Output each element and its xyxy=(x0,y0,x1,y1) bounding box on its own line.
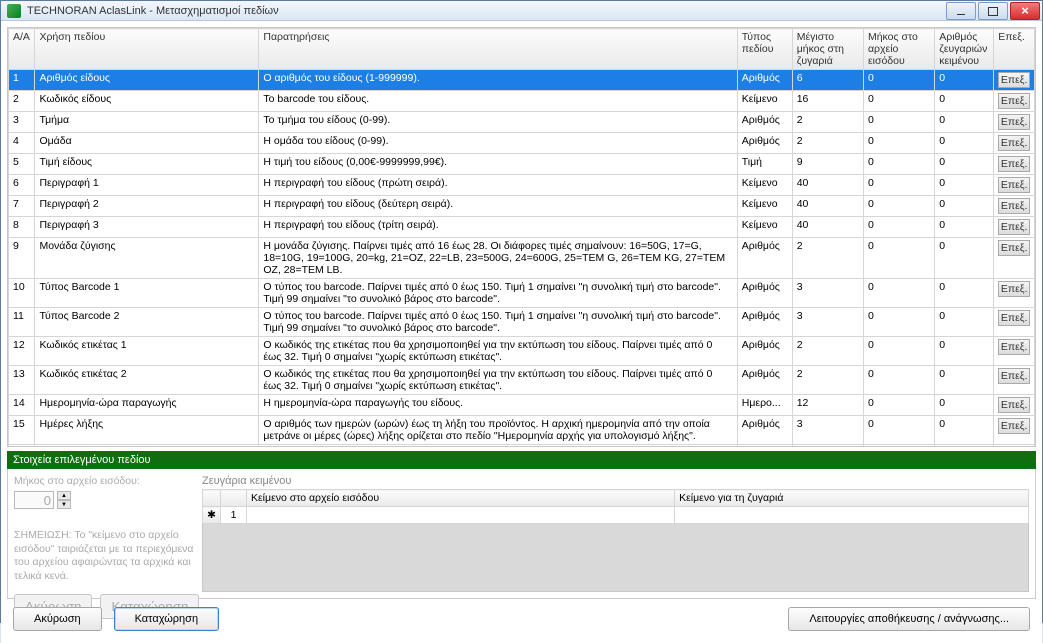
pairs-input-cell[interactable] xyxy=(247,507,675,524)
window-title: TECHNORAN AclasLink - Μετασχηματισμοί πε… xyxy=(27,5,279,17)
edit-row-button[interactable]: Επεξ. xyxy=(998,368,1030,384)
app-window: TECHNORAN AclasLink - Μετασχηματισμοί πε… xyxy=(0,0,1043,623)
table-row[interactable]: 8Περιγραφή 3Η περιγραφή του είδους (τρίτ… xyxy=(9,217,1035,238)
pairs-empty-area xyxy=(202,524,1029,592)
edit-row-button[interactable]: Επεξ. xyxy=(998,397,1030,413)
edit-row-button[interactable]: Επεξ. xyxy=(998,310,1030,326)
pairs-col-input[interactable]: Κείμενο στο αρχείο εισόδου xyxy=(247,490,675,507)
table-row[interactable]: 1Αριθμός είδουςΟ αριθμός του είδους (1-9… xyxy=(9,70,1035,91)
table-row[interactable]: 12Κωδικός ετικέτας 1Ο κωδικός της ετικέτ… xyxy=(9,337,1035,366)
table-row[interactable]: 11Τύπος Barcode 2Ο τύπος του barcode. Πα… xyxy=(9,308,1035,337)
pairs-row-index: 1 xyxy=(221,507,247,524)
fields-table: Α/Α Χρήση πεδίου Παρατηρήσεις Τύπος πεδί… xyxy=(8,28,1035,447)
main-save-button[interactable]: Καταχώρηση xyxy=(114,607,219,631)
edit-row-button[interactable]: Επεξ. xyxy=(998,418,1030,434)
col-use[interactable]: Χρήση πεδίου xyxy=(35,29,259,70)
edit-row-button[interactable]: Επεξ. xyxy=(998,93,1030,109)
table-row[interactable]: 3ΤμήμαΤο τμήμα του είδους (0-99).Αριθμός… xyxy=(9,112,1035,133)
close-button[interactable] xyxy=(1010,2,1040,20)
edit-row-button[interactable]: Επεξ. xyxy=(998,240,1030,256)
table-row[interactable]: 15Ημέρες λήξηςΟ αριθμός των ημερών (ωρών… xyxy=(9,416,1035,445)
input-length-label: Μήκος στο αρχείο εισόδου: xyxy=(14,475,194,487)
main-cancel-button[interactable]: Ακύρωση xyxy=(13,607,102,631)
pairs-new-row[interactable]: ✱ 1 xyxy=(203,507,1029,524)
app-icon xyxy=(7,4,21,18)
selected-field-details: Μήκος στο αρχείο εισόδου: ▲ ▼ ΣΗΜΕΙΩΣΗ: … xyxy=(7,469,1036,599)
table-row[interactable]: 6Περιγραφή 1Η περιγραφή του είδους (πρώτ… xyxy=(9,175,1035,196)
table-row[interactable]: 4ΟμάδαΗ ομάδα του είδους (0-99).Αριθμός2… xyxy=(9,133,1035,154)
edit-row-button[interactable]: Επεξ. xyxy=(998,281,1030,297)
edit-row-button[interactable]: Επεξ. xyxy=(998,114,1030,130)
pairs-scale-cell[interactable] xyxy=(675,507,1029,524)
fields-table-container[interactable]: Α/Α Χρήση πεδίου Παρατηρήσεις Τύπος πεδί… xyxy=(7,27,1036,447)
table-row[interactable]: 16Ημέρες καταλληλότηταςΟ αριθμός των ημε… xyxy=(9,445,1035,448)
edit-row-button[interactable]: Επεξ. xyxy=(998,198,1030,214)
spinner-up-button[interactable]: ▲ xyxy=(57,491,71,500)
edit-row-button[interactable]: Επεξ. xyxy=(998,219,1030,235)
storage-operations-button[interactable]: Λειτουργίες αποθήκευσης / ανάγνωσης... xyxy=(788,607,1030,631)
selected-field-section-header: Στοιχεία επιλεγμένου πεδίου xyxy=(7,451,1036,469)
table-row[interactable]: 7Περιγραφή 2Η περιγραφή του είδους (δεύτ… xyxy=(9,196,1035,217)
edit-row-button[interactable]: Επεξ. xyxy=(998,156,1030,172)
new-row-indicator-icon: ✱ xyxy=(203,507,221,524)
spinner-down-button[interactable]: ▼ xyxy=(57,500,71,509)
pairs-table: Κείμενο στο αρχείο εισόδου Κείμενο για τ… xyxy=(202,489,1029,524)
input-length-note: ΣΗΜΕΙΩΣΗ: Το "κείμενο στο αρχείο εισόδου… xyxy=(14,529,194,584)
table-row[interactable]: 9Μονάδα ζύγισηςΗ μονάδα ζύγισης. Παίρνει… xyxy=(9,238,1035,279)
col-file[interactable]: Μήκος στο αρχείο εισόδου xyxy=(863,29,934,70)
col-type[interactable]: Τύπος πεδίου xyxy=(737,29,792,70)
col-max[interactable]: Μέγιστο μήκος στη ζυγαριά xyxy=(792,29,863,70)
col-aa[interactable]: Α/Α xyxy=(9,29,35,70)
col-pairs[interactable]: Αριθμός ζευγαριών κειμένου xyxy=(935,29,994,70)
table-row[interactable]: 5Τιμή είδουςΗ τιμή του είδους (0,00€-999… xyxy=(9,154,1035,175)
maximize-button[interactable] xyxy=(978,2,1008,20)
table-row[interactable]: 2Κωδικός είδουςΤο barcode του είδους.Κεί… xyxy=(9,91,1035,112)
edit-row-button[interactable]: Επεξ. xyxy=(998,72,1030,88)
table-row[interactable]: 10Τύπος Barcode 1Ο τύπος του barcode. Πα… xyxy=(9,279,1035,308)
input-length-field[interactable] xyxy=(14,491,54,509)
pairs-col-scale[interactable]: Κείμενο για τη ζυγαριά xyxy=(675,490,1029,507)
col-notes[interactable]: Παρατηρήσεις xyxy=(259,29,737,70)
edit-row-button[interactable]: Επεξ. xyxy=(998,177,1030,193)
table-row[interactable]: 14Ημερομηνία-ώρα παραγωγήςΗ ημερομηνία-ώ… xyxy=(9,395,1035,416)
edit-row-button[interactable]: Επεξ. xyxy=(998,135,1030,151)
minimize-button[interactable] xyxy=(946,2,976,20)
pairs-group-label: Ζευγάρια κειμένου xyxy=(202,475,1029,487)
bottom-bar: Ακύρωση Καταχώρηση Λειτουργίες αποθήκευσ… xyxy=(7,603,1036,637)
col-edit[interactable]: Επεξ. xyxy=(994,29,1035,70)
edit-row-button[interactable]: Επεξ. xyxy=(998,339,1030,355)
table-row[interactable]: 13Κωδικός ετικέτας 2Ο κωδικός της ετικέτ… xyxy=(9,366,1035,395)
titlebar: TECHNORAN AclasLink - Μετασχηματισμοί πε… xyxy=(1,1,1042,21)
